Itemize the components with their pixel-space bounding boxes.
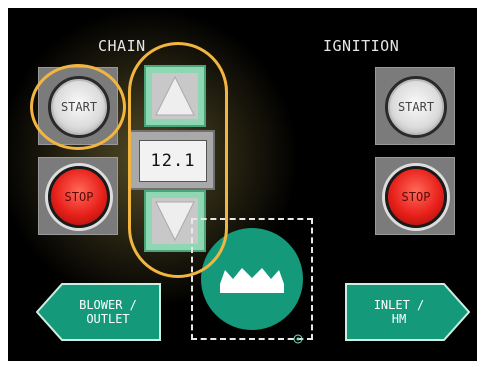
inlet-hm-button[interactable]: INLET / HM: [345, 283, 471, 341]
ignition-start-frame: START: [375, 67, 455, 145]
ignition-title: IGNITION: [323, 37, 400, 55]
ignition-stop-button[interactable]: STOP: [385, 166, 447, 228]
blower-outlet-button[interactable]: BLOWER / OUTLET: [36, 283, 162, 341]
ignition-start-label: START: [397, 100, 435, 114]
ignition-stop-frame: STOP: [375, 157, 455, 235]
registered-mark-icon: [293, 334, 303, 344]
hmi-panel: CHAIN IGNITION START STOP 12.1 START STO…: [8, 8, 477, 361]
chain-stop-label: STOP: [64, 190, 94, 204]
ignition-start-button[interactable]: START: [385, 76, 447, 138]
chain-stop-frame: STOP: [38, 157, 118, 235]
ignition-stop-label: STOP: [401, 190, 431, 204]
start-highlight-ring: [30, 64, 126, 150]
adjust-highlight-ring: [128, 42, 228, 278]
inlet-hm-label: INLET / HM: [373, 298, 425, 326]
chain-stop-button[interactable]: STOP: [48, 166, 110, 228]
chain-title: CHAIN: [98, 37, 146, 55]
blower-outlet-label: BLOWER / OUTLET: [79, 298, 137, 326]
